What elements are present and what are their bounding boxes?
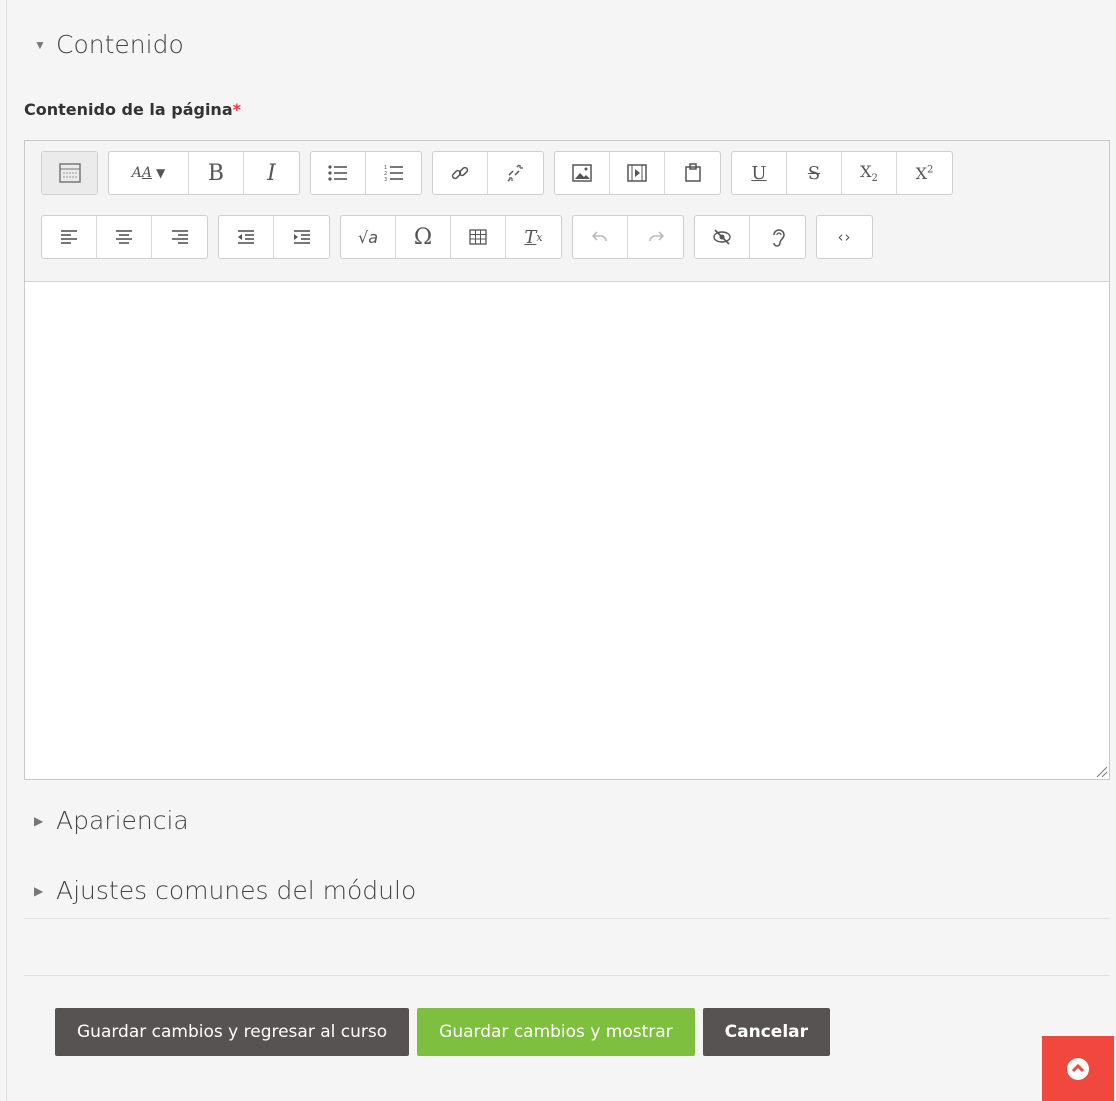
superscript-icon[interactable]: X2 bbox=[897, 152, 952, 194]
expand-triangle-icon: ▶ bbox=[34, 883, 44, 898]
align-right-icon[interactable] bbox=[152, 216, 207, 258]
section-apariencia[interactable]: ▶ Apariencia bbox=[34, 806, 189, 835]
subscript-icon[interactable]: X2 bbox=[842, 152, 897, 194]
unordered-list-icon[interactable] bbox=[311, 152, 366, 194]
undo-icon[interactable] bbox=[573, 216, 628, 258]
toolbar-group bbox=[572, 215, 684, 259]
toolbar-row-2: √a Ω Tx ‹› bbox=[41, 215, 873, 259]
form-actions: Guardar cambios y regresar al curso Guar… bbox=[55, 1008, 831, 1056]
strikethrough-icon[interactable]: S bbox=[787, 152, 842, 194]
scroll-to-top-button[interactable] bbox=[1042, 1036, 1114, 1101]
manage-files-icon[interactable] bbox=[665, 152, 720, 194]
align-left-icon[interactable] bbox=[42, 216, 97, 258]
media-icon[interactable] bbox=[610, 152, 665, 194]
editor-content-area[interactable] bbox=[25, 282, 1109, 779]
toolbar-group bbox=[41, 215, 208, 259]
section-ajustes-comunes[interactable]: ▶ Ajustes comunes del módulo bbox=[34, 876, 416, 905]
field-label-text: Contenido de la página bbox=[24, 100, 233, 119]
section-contenido[interactable]: ▼ Contenido bbox=[34, 30, 184, 59]
redo-icon[interactable] bbox=[628, 216, 683, 258]
underline-icon[interactable]: U bbox=[732, 152, 787, 194]
bold-icon[interactable]: B bbox=[189, 152, 244, 194]
resize-handle-icon[interactable] bbox=[1095, 765, 1107, 777]
svg-text:3: 3 bbox=[384, 177, 387, 182]
toolbar-group bbox=[694, 215, 806, 259]
required-mark: * bbox=[232, 100, 241, 119]
align-center-icon[interactable] bbox=[97, 216, 152, 258]
save-and-display-button[interactable]: Guardar cambios y mostrar bbox=[417, 1008, 695, 1056]
cancel-button[interactable]: Cancelar bbox=[702, 1008, 831, 1056]
section-divider bbox=[24, 975, 1110, 976]
font-size-icon[interactable]: AA ▼ bbox=[109, 152, 189, 194]
equation-icon[interactable]: √a bbox=[341, 216, 396, 258]
table-icon[interactable] bbox=[451, 216, 506, 258]
section-title: Ajustes comunes del módulo bbox=[56, 876, 417, 905]
rich-text-editor: AA ▼ B I 123 U S X2 X2 √a Ω T x ‹› bbox=[24, 140, 1110, 780]
chevron-up-icon bbox=[1067, 1057, 1089, 1080]
collapse-triangle-icon: ▼ bbox=[34, 37, 46, 52]
section-divider bbox=[24, 918, 1110, 919]
indent-icon[interactable] bbox=[274, 216, 329, 258]
link-icon[interactable] bbox=[433, 152, 488, 194]
section-title: Contenido bbox=[56, 30, 184, 59]
screenreader-helper-icon[interactable] bbox=[750, 216, 805, 258]
toolbar-row-1: AA ▼ B I 123 U S X2 X2 bbox=[41, 151, 953, 195]
field-label: Contenido de la página* bbox=[24, 100, 241, 119]
toolbar-group: 123 bbox=[310, 151, 422, 195]
toolbar-group: ‹› bbox=[816, 215, 873, 259]
page-left-border bbox=[6, 0, 7, 1101]
toolbar-group: √a Ω Tx bbox=[340, 215, 562, 259]
toolbar-toggle-icon[interactable] bbox=[42, 152, 97, 194]
toolbar-group bbox=[554, 151, 721, 195]
toolbar-group bbox=[41, 151, 98, 195]
image-icon[interactable] bbox=[555, 152, 610, 194]
special-character-icon[interactable]: Ω bbox=[396, 216, 451, 258]
outdent-icon[interactable] bbox=[219, 216, 274, 258]
toolbar-group bbox=[432, 151, 544, 195]
toolbar-group: U S X2 X2 bbox=[731, 151, 953, 195]
editor-toolbar: AA ▼ B I 123 U S X2 X2 √a Ω T x ‹› bbox=[25, 141, 1109, 282]
italic-icon[interactable]: I bbox=[244, 152, 299, 194]
unlink-icon[interactable] bbox=[488, 152, 543, 194]
accessibility-checker-icon[interactable] bbox=[695, 216, 750, 258]
section-title: Apariencia bbox=[56, 806, 189, 835]
toolbar-group bbox=[218, 215, 330, 259]
save-and-return-button[interactable]: Guardar cambios y regresar al curso bbox=[55, 1008, 410, 1056]
expand-triangle-icon: ▶ bbox=[34, 813, 44, 828]
html-icon[interactable]: ‹› bbox=[817, 216, 872, 258]
ordered-list-icon[interactable]: 123 bbox=[366, 152, 421, 194]
clear-formatting-icon[interactable]: Tx bbox=[506, 216, 561, 258]
toolbar-group: AA ▼ B I bbox=[108, 151, 300, 195]
